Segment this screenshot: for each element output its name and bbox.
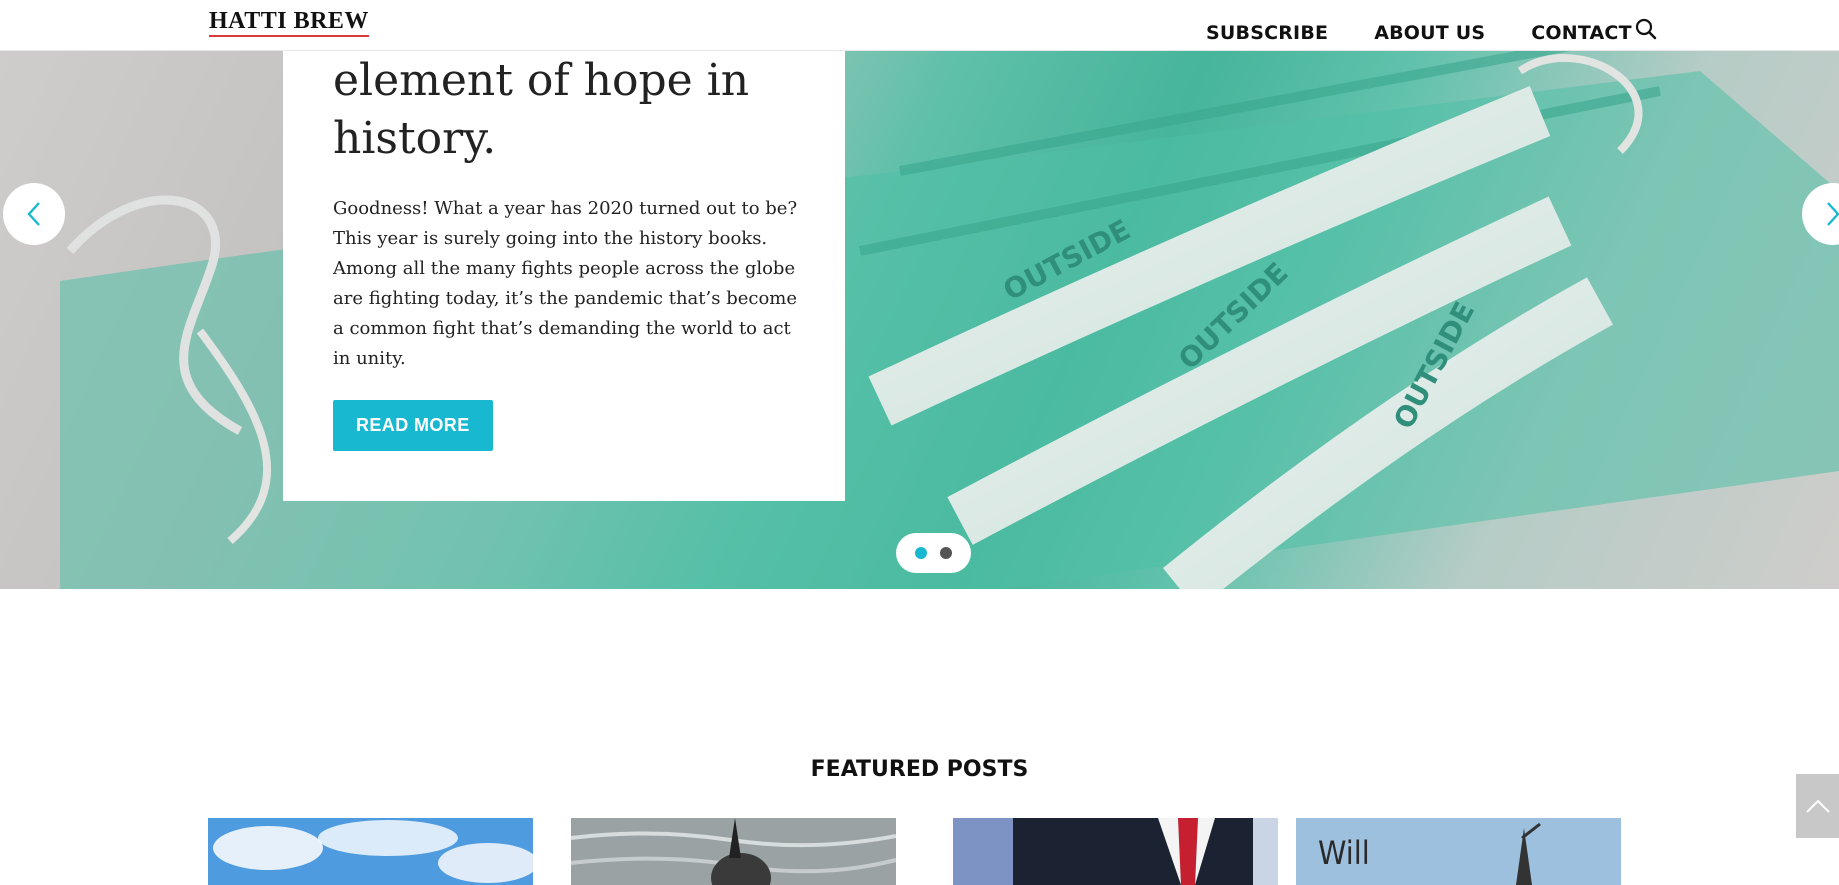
read-more-button[interactable]: READ MORE bbox=[333, 400, 493, 451]
scroll-to-top-button[interactable] bbox=[1796, 774, 1839, 838]
nav-subscribe[interactable]: SUBSCRIBE bbox=[1206, 22, 1328, 44]
thumbnail-caption: Will bbox=[1318, 834, 1370, 872]
slider-dot[interactable] bbox=[915, 547, 927, 559]
hero-image: OUTSIDE OUTSIDE OUTSIDE bbox=[60, 51, 1839, 589]
nav-contact[interactable]: CONTACT bbox=[1531, 22, 1632, 44]
nav-about-us[interactable]: ABOUT US bbox=[1374, 22, 1485, 44]
featured-post-thumbnail[interactable] bbox=[953, 818, 1278, 885]
slider-dot[interactable] bbox=[940, 547, 952, 559]
slider-dots bbox=[896, 533, 971, 573]
chevron-right-icon bbox=[1827, 202, 1839, 226]
hero-title-line: history. bbox=[333, 113, 497, 164]
site-header: HATTI BREW SUBSCRIBE ABOUT US CONTACT bbox=[0, 0, 1839, 51]
hero-title-line: element of hope in bbox=[333, 55, 750, 106]
chevron-left-icon bbox=[27, 202, 40, 226]
featured-post-thumbnail[interactable] bbox=[571, 818, 896, 885]
chevron-up-icon bbox=[1805, 799, 1830, 813]
site-logo[interactable]: HATTI BREW bbox=[209, 8, 369, 37]
search-icon[interactable] bbox=[1634, 17, 1658, 41]
hero-excerpt: Goodness! What a year has 2020 turned ou… bbox=[333, 198, 798, 369]
featured-post-thumbnail[interactable]: Will bbox=[1296, 818, 1621, 885]
hero-card: element of hope in history. Goodness! Wh… bbox=[283, 51, 845, 501]
slider-prev-button[interactable] bbox=[3, 183, 65, 245]
main-nav: SUBSCRIBE ABOUT US CONTACT bbox=[1206, 22, 1678, 44]
hero-title[interactable]: element of hope in history. bbox=[333, 52, 795, 168]
hero-slider: OUTSIDE OUTSIDE OUTSIDE element of hope … bbox=[0, 51, 1839, 589]
featured-posts-title: FEATURED POSTS bbox=[810, 757, 1029, 782]
featured-post-thumbnail[interactable] bbox=[208, 818, 533, 885]
